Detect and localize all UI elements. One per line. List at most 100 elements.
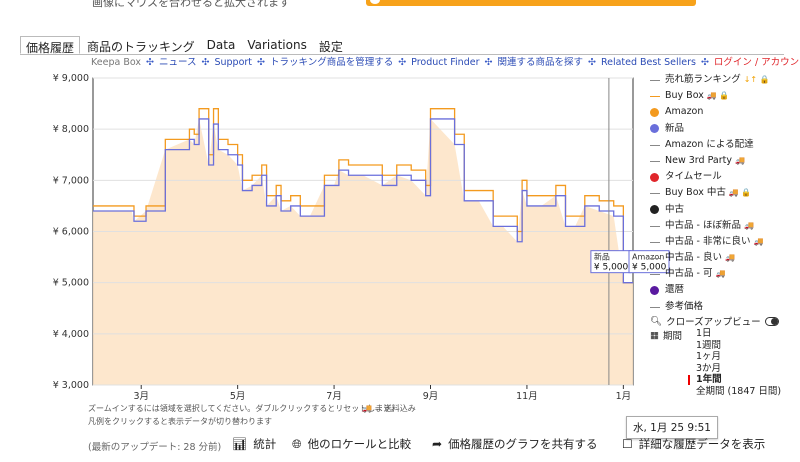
- link-news[interactable]: ニュース: [159, 57, 197, 68]
- legend-swatch: [650, 172, 659, 182]
- chart-hints: ズームインするには領域を選択してください。ダブルクリックするとリセットします。 …: [88, 402, 416, 428]
- share-graph-button[interactable]: ➦ 価格履歴のグラフを共有する: [432, 436, 598, 452]
- legend-item[interactable]: New 3rd Party 🚚: [650, 153, 770, 169]
- sep-icon: ✣: [398, 57, 407, 68]
- y-tick-label: ¥ 6,000: [53, 227, 89, 238]
- legend-label: Buy Box 中古: [665, 187, 726, 199]
- legend-swatch: [650, 96, 660, 98]
- y-tick-label: ¥ 9,000: [53, 73, 89, 84]
- legend-item[interactable]: 中古品 - 可 🚚: [650, 266, 770, 282]
- y-tick-label: ¥ 7,000: [53, 175, 89, 186]
- show-details-button[interactable]: ☐ 詳細な履歴データを表示: [622, 436, 765, 452]
- free-shipping-note: 🚚 = 送料込み: [362, 404, 416, 413]
- legend-label: Buy Box: [665, 90, 704, 102]
- legend-swatch: [650, 286, 659, 296]
- legend-item[interactable]: 新品: [650, 121, 770, 137]
- legend-item[interactable]: Buy Box 🚚 🔒: [650, 88, 770, 104]
- legend-label: 中古品 - 良い: [665, 252, 722, 264]
- x-tick-label: 5月: [230, 391, 246, 400]
- legend-swatch: [650, 225, 660, 227]
- legend-label: 還暦: [665, 284, 685, 296]
- tab-data[interactable]: Data: [202, 36, 241, 54]
- legend-swatch: [650, 306, 660, 308]
- new-price-label-value: ¥ 5,000: [594, 263, 629, 273]
- legend-item[interactable]: 中古品 - 良い 🚚: [650, 250, 770, 266]
- legend-swatch: [650, 124, 659, 134]
- link-find-related[interactable]: 関連する商品を探す: [497, 57, 583, 68]
- zoom-hint: ズームインするには領域を選択してください。ダブルクリックするとリセットします。: [88, 404, 399, 413]
- y-tick-label: ¥ 4,000: [53, 329, 89, 340]
- new-price-label-title: 新品: [594, 252, 610, 262]
- x-tick-label: 3月: [133, 391, 149, 400]
- stats-button[interactable]: 📊︎ 統計: [232, 436, 276, 452]
- closeup-row[interactable]: 🔍︎ クローズアップビュー: [650, 314, 781, 328]
- calendar-icon: ▦: [650, 329, 659, 341]
- legend-hint: 凡例をクリックすると表示データが切り替わります: [88, 417, 272, 426]
- link-support[interactable]: Support: [214, 57, 252, 68]
- legend-item[interactable]: 中古品 - 非常に良い 🚚: [650, 234, 770, 250]
- legend-item[interactable]: Amazon: [650, 104, 770, 120]
- compare-locales-button[interactable]: 🌐︎ 他のロケールと比較: [292, 436, 411, 452]
- legend-item[interactable]: 参考価格: [650, 299, 770, 315]
- legend-label: 中古品 - ほぼ新品: [665, 219, 741, 231]
- range-option-all[interactable]: 全期間 (1847 日間): [650, 386, 781, 398]
- globe-icon: 🌐︎: [292, 436, 302, 451]
- legend-swatch: [650, 241, 660, 243]
- compare-label: 他のロケールと比較: [307, 437, 412, 451]
- legend-swatch: [650, 258, 660, 260]
- x-tick-label: 7月: [326, 391, 342, 400]
- range-option-1m[interactable]: 1ヶ月: [650, 351, 781, 363]
- zoom-hint-text: 画像にマウスを合わせると拡大されます: [92, 0, 290, 8]
- period-label: 期間: [662, 331, 682, 342]
- legend-swatch: [650, 205, 659, 215]
- legend-item[interactable]: 中古: [650, 202, 770, 218]
- range-option-1y[interactable]: 1年間: [650, 374, 781, 386]
- legend-label: 中古: [665, 203, 685, 215]
- legend-item[interactable]: タイムセール: [650, 169, 770, 185]
- link-product-finder[interactable]: Product Finder: [411, 57, 479, 68]
- details-label: 詳細な履歴データを表示: [638, 437, 766, 451]
- legend-extra-icon: 🚚: [715, 269, 726, 279]
- link-manage-tracking[interactable]: トラッキング商品を管理する: [270, 57, 393, 68]
- legend-swatch: [650, 144, 660, 146]
- tab-bar: 価格履歴 商品のトラッキング Data Variations 設定: [20, 36, 350, 55]
- sep-icon: ✣: [257, 57, 265, 68]
- range-option-3m[interactable]: 3か月: [650, 363, 781, 375]
- legend-label: 中古品 - 可: [665, 268, 713, 280]
- x-tick-label: 11月: [516, 391, 538, 400]
- legend-item[interactable]: 売れ筋ランキング ↓↑ 🔒: [650, 72, 770, 88]
- legend-item[interactable]: Amazon による配達: [650, 137, 770, 153]
- legend-extra-icon: 🚚: [743, 220, 754, 230]
- promo-banner[interactable]: [366, 0, 696, 6]
- link-related-best[interactable]: Related Best Sellers: [601, 57, 696, 68]
- closeup-toggle[interactable]: [764, 316, 779, 326]
- legend-item[interactable]: 中古品 - ほぼ新品 🚚: [650, 218, 770, 234]
- sep-icon: ✣: [587, 57, 596, 68]
- legend-extra-icon: 🚚: [734, 155, 745, 165]
- chart-legend: 売れ筋ランキング ↓↑ 🔒 Buy Box 🚚 🔒 Amazon 新品 Amazon による…: [650, 72, 770, 315]
- legend-extra-icon: 🚚: [753, 236, 764, 246]
- share-label: 価格履歴のグラフを共有する: [448, 437, 598, 451]
- tab-variations[interactable]: Variations: [242, 36, 312, 54]
- tab-price-history[interactable]: 価格履歴: [20, 36, 81, 55]
- legend-item[interactable]: 還暦: [650, 282, 770, 298]
- tab-product-tracking[interactable]: 商品のトラッキング: [82, 36, 200, 54]
- legend-swatch: [650, 193, 660, 195]
- bar-chart-icon: 📊︎: [232, 437, 248, 451]
- last-update: (最新のアップデート: 28 分前): [88, 442, 222, 453]
- legend-extra-icon: 🚚 🔒: [728, 188, 752, 198]
- legend-swatch: [650, 80, 660, 82]
- link-login[interactable]: ログイン / アカウントの登録: [714, 57, 800, 68]
- legend-label: 中古品 - 非常に良い: [665, 235, 751, 247]
- sep-icon: ✣: [484, 57, 493, 68]
- legend-label: Amazon による配達: [665, 138, 754, 150]
- legend-label: 参考価格: [665, 300, 704, 312]
- legend-label: Amazon: [665, 106, 704, 118]
- legend-label: 売れ筋ランキング: [665, 74, 741, 85]
- link-keepa-box[interactable]: Keepa Box: [91, 57, 141, 68]
- sep-icon: ✣: [700, 57, 709, 68]
- x-tick-label: 9月: [423, 391, 439, 400]
- tab-settings[interactable]: 設定: [314, 36, 348, 54]
- legend-item[interactable]: Buy Box 中古 🚚 🔒: [650, 185, 770, 201]
- sep-icon: ✣: [145, 57, 154, 68]
